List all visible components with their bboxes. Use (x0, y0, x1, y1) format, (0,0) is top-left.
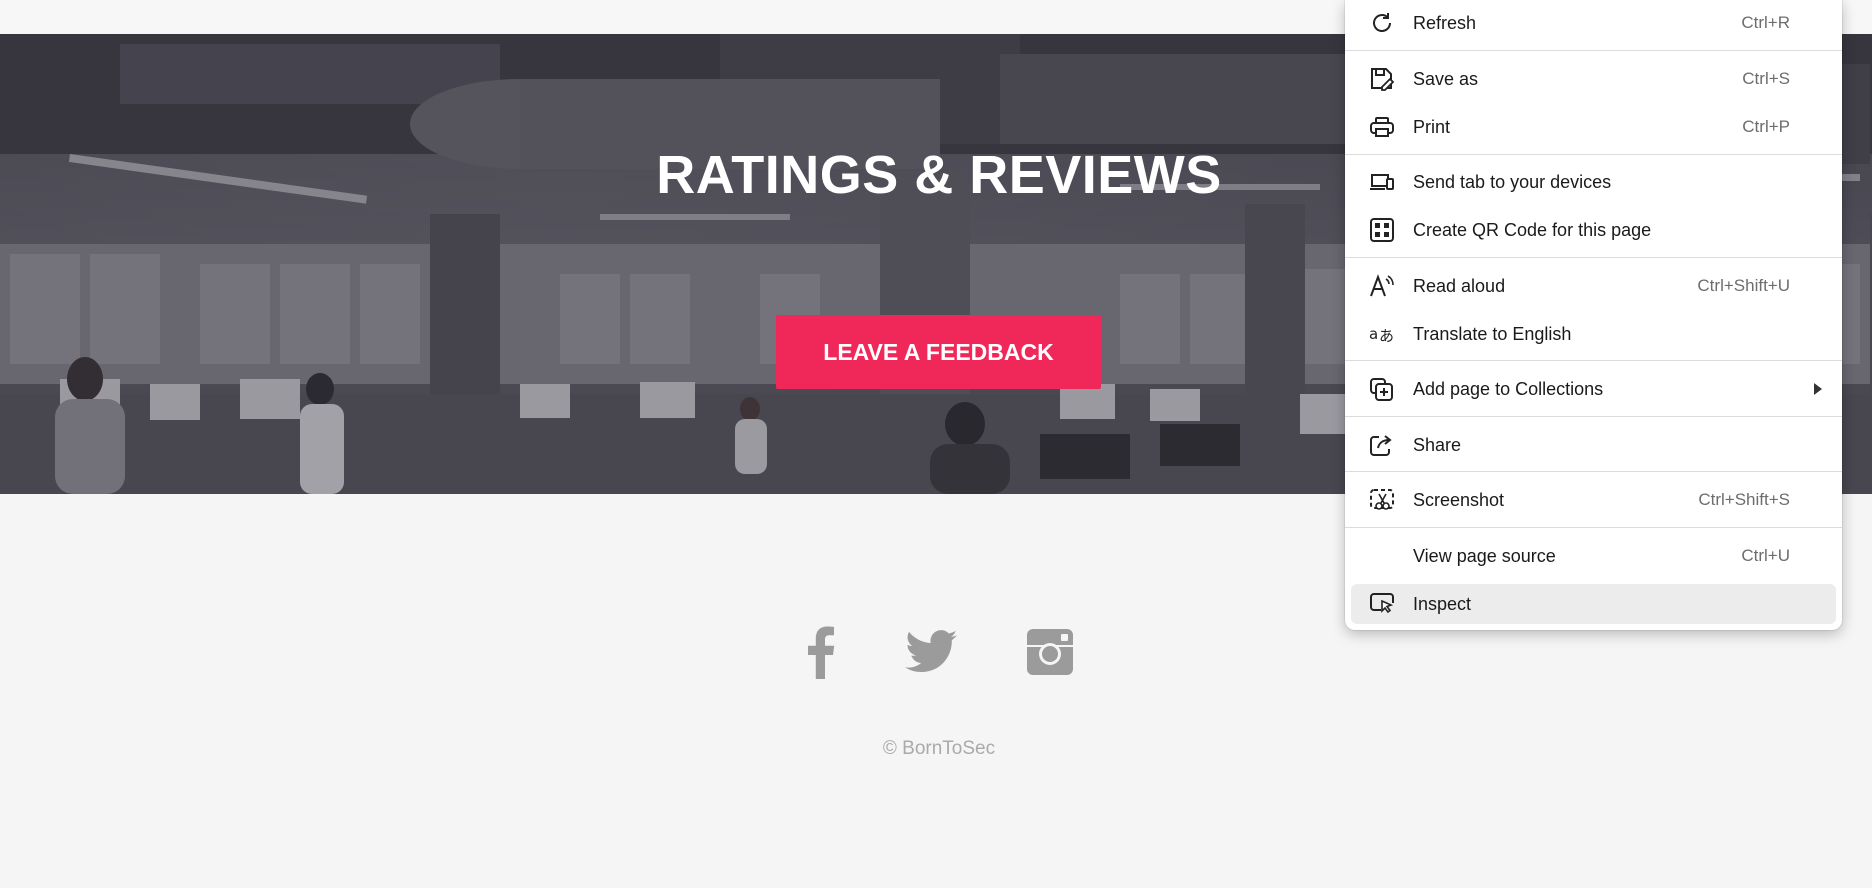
screenshot-icon (1370, 489, 1394, 510)
leave-feedback-button[interactable]: LEAVE A FEEDBACK (776, 315, 1101, 389)
menu-item-label: Share (1413, 434, 1462, 455)
menu-item-refresh[interactable]: Refresh Ctrl+R (1351, 3, 1836, 43)
menu-item-label: Print (1413, 116, 1451, 137)
menu-separator (1345, 416, 1842, 417)
submenu-arrow-icon (1814, 383, 1822, 395)
menu-item-label: View page source (1413, 545, 1556, 566)
share-icon (1370, 435, 1392, 456)
browser-context-menu: Refresh Ctrl+R Save as Ctrl+S Print Ctrl… (1345, 0, 1842, 630)
copyright-text: © BornToSec (882, 738, 996, 759)
menu-item-screenshot[interactable]: Screenshot Ctrl+Shift+S (1351, 480, 1836, 520)
inspect-icon (1370, 593, 1394, 614)
menu-item-label: Read aloud (1413, 275, 1506, 296)
menu-item-read-aloud[interactable]: Read aloud Ctrl+Shift+U (1351, 266, 1836, 306)
menu-item-label: Send tab to your devices (1413, 171, 1612, 192)
twitter-icon (905, 630, 957, 673)
refresh-icon (1373, 13, 1391, 32)
menu-item-save-as[interactable]: Save as Ctrl+S (1351, 59, 1836, 99)
menu-item-shortcut: Ctrl+R (1741, 13, 1790, 32)
collections-icon (1370, 378, 1393, 401)
menu-item-inspect[interactable]: Inspect (1351, 584, 1836, 624)
read-aloud-icon (1370, 274, 1394, 297)
menu-separator (1345, 257, 1842, 258)
save-icon (1371, 68, 1395, 91)
print-icon (1370, 117, 1394, 137)
instagram-icon (1027, 629, 1073, 675)
menu-item-shortcut: Ctrl+Shift+U (1697, 276, 1790, 295)
menu-item-collections[interactable]: Add page to Collections (1351, 369, 1836, 409)
menu-item-print[interactable]: Print Ctrl+P (1351, 107, 1836, 147)
menu-item-shortcut: Ctrl+S (1742, 69, 1790, 88)
svg-text:a: a (1369, 325, 1378, 343)
menu-item-label: Screenshot (1413, 489, 1505, 510)
menu-item-label: Translate to English (1413, 323, 1572, 344)
menu-separator (1345, 360, 1842, 361)
menu-item-label: Save as (1413, 68, 1479, 89)
menu-item-view-source[interactable]: View page source Ctrl+U (1351, 536, 1836, 576)
svg-text:あ: あ (1379, 327, 1394, 345)
menu-item-send-tab[interactable]: Send tab to your devices (1351, 162, 1836, 202)
menu-item-shortcut: Ctrl+P (1742, 117, 1790, 136)
menu-separator (1345, 527, 1842, 528)
facebook-icon (808, 626, 835, 679)
facebook-link[interactable] (800, 624, 840, 680)
instagram-link[interactable] (1026, 624, 1074, 680)
menu-item-shortcut: Ctrl+U (1741, 546, 1790, 565)
menu-item-shortcut: Ctrl+Shift+S (1698, 490, 1790, 509)
menu-item-translate[interactable]: a あ Translate to English (1351, 314, 1836, 354)
qr-code-icon (1370, 218, 1394, 242)
twitter-link[interactable] (905, 624, 957, 680)
menu-separator (1345, 50, 1842, 51)
devices-icon (1370, 174, 1394, 190)
menu-separator (1345, 471, 1842, 472)
menu-item-label: Add page to Collections (1413, 378, 1604, 399)
menu-item-label: Inspect (1413, 593, 1472, 614)
menu-item-share[interactable]: Share (1351, 425, 1836, 465)
menu-item-label: Refresh (1413, 12, 1477, 33)
menu-separator (1345, 154, 1842, 155)
menu-item-label: Create QR Code for this page (1413, 219, 1652, 240)
translate-icon: a あ (1369, 325, 1394, 345)
menu-item-qr-code[interactable]: Create QR Code for this page (1351, 210, 1836, 250)
